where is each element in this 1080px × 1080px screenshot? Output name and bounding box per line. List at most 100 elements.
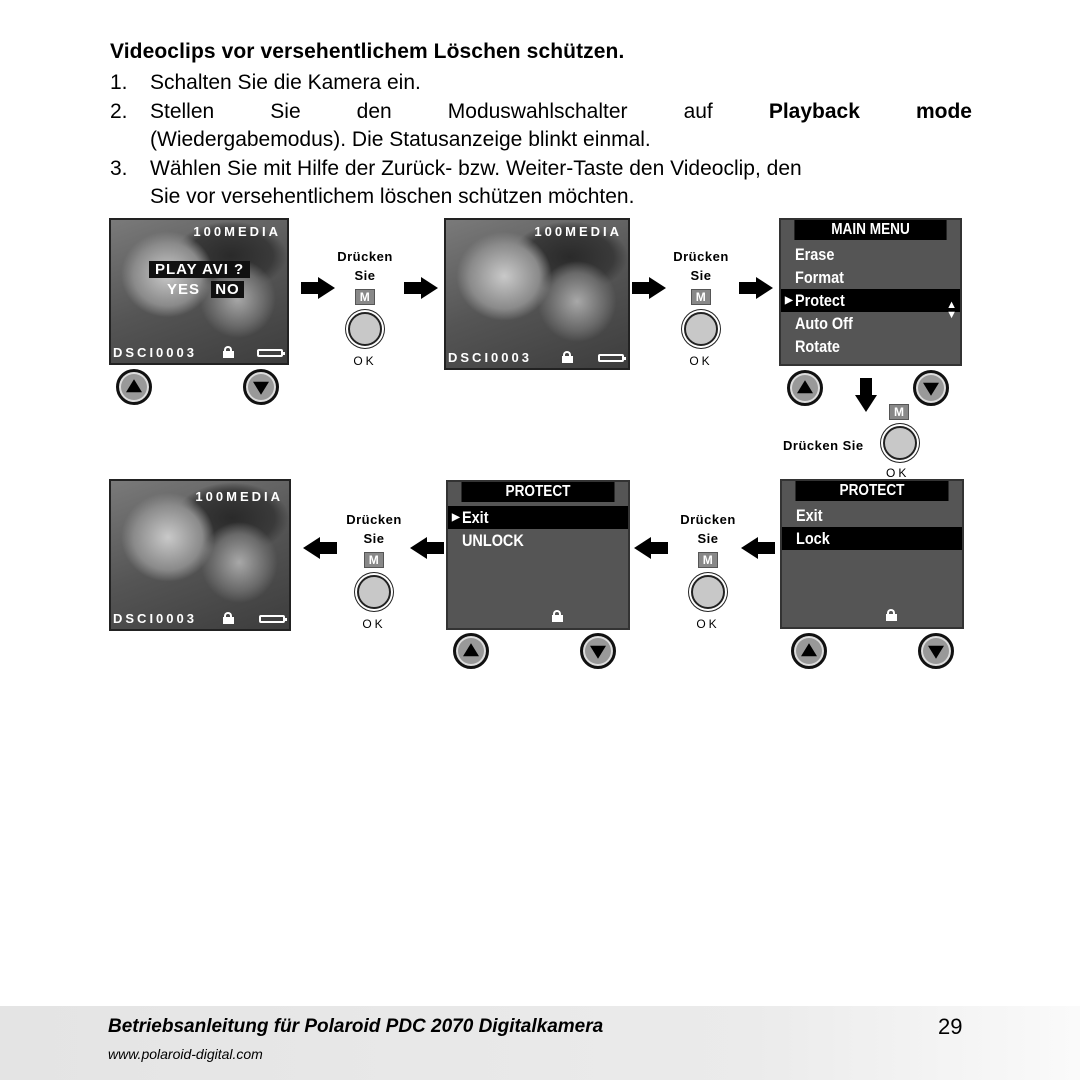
arrow-left-icon: [634, 537, 668, 559]
option-yes[interactable]: YES: [167, 281, 200, 298]
step-number: 3.: [110, 157, 128, 180]
ok-button[interactable]: [691, 575, 725, 609]
menu-item-protect[interactable]: ▶ Protect: [781, 289, 960, 312]
lock-icon: [886, 609, 897, 621]
lock-icon: [552, 610, 563, 622]
press-label: Drücken Sie: [783, 438, 864, 453]
up-triangle-icon: [797, 380, 813, 394]
footer-title: Betriebsanleitung für Polaroid PDC 2070 …: [108, 1016, 604, 1037]
prompt-text: PLAY AVI ?: [149, 261, 251, 278]
down-button[interactable]: [918, 633, 954, 669]
press-label: Drücken: [337, 249, 393, 264]
lock-icon: [223, 612, 234, 624]
arrow-down-icon: [855, 378, 877, 412]
press-ok-instruction: Drücken Sie M OK: [668, 510, 748, 634]
screen-playback: 100MEDIA DSCI0003: [444, 218, 630, 370]
menu-m-icon: M: [691, 289, 711, 305]
press-label: Drücken: [673, 249, 729, 264]
battery-icon: [598, 354, 626, 362]
ok-button[interactable]: [684, 312, 718, 346]
menu-item-rotate[interactable]: Rotate: [781, 335, 960, 358]
press-label: Sie: [697, 531, 719, 546]
step-text-line2: Sie vor versehentlichem löschen schützen…: [150, 185, 635, 208]
step-number: 2.: [110, 100, 128, 123]
footer-url[interactable]: www.polaroid-digital.com: [108, 1046, 263, 1062]
arrow-left-icon: [741, 537, 775, 559]
arrow-left-icon: [303, 537, 337, 559]
ok-button[interactable]: [348, 312, 382, 346]
up-triangle-icon: [126, 379, 142, 393]
word: Sie: [270, 100, 301, 123]
up-button[interactable]: [787, 370, 823, 406]
press-label: Sie: [354, 268, 376, 283]
prompt-options: YES NO: [167, 281, 244, 298]
screen-protect-lock: PROTECT Exit Lock: [780, 479, 964, 629]
step-number: 1.: [110, 71, 128, 94]
press-label: Sie: [363, 531, 385, 546]
battery-icon: [257, 349, 285, 357]
up-button[interactable]: [791, 633, 827, 669]
section-heading: Videoclips vor versehentlichem Löschen s…: [110, 40, 625, 63]
press-ok-instruction: Drücken Sie M OK: [661, 247, 741, 371]
down-triangle-icon: [928, 645, 944, 659]
scroll-arrows-icon: ▲ ▼: [946, 299, 957, 321]
menu-m-icon: M: [364, 552, 384, 568]
file-label: DSCI0003: [113, 611, 197, 626]
down-button[interactable]: [580, 633, 616, 669]
down-triangle-icon: [253, 381, 269, 395]
menu-item-erase[interactable]: Erase: [781, 243, 960, 266]
down-button[interactable]: [243, 369, 279, 405]
selection-caret-icon: ▶: [452, 512, 460, 523]
screen-protect-unlock: PROTECT ▶ Exit UNLOCK: [446, 480, 630, 630]
arrow-right-icon: [404, 277, 438, 299]
menu-m-icon: M: [355, 289, 375, 305]
lock-icon: [223, 346, 234, 358]
ok-button[interactable]: [357, 575, 391, 609]
down-button[interactable]: [913, 370, 949, 406]
menu-item-format[interactable]: Format: [781, 266, 960, 289]
ok-label: OK: [696, 617, 720, 631]
file-label: DSCI0003: [113, 345, 197, 360]
menu-item-exit[interactable]: Exit: [782, 504, 962, 527]
bold-term: mode: [915, 100, 972, 123]
step-text-line1: Wählen Sie mit Hilfe der Zurück- bzw. We…: [150, 157, 802, 180]
ok-label: OK: [886, 466, 910, 480]
word: auf: [683, 100, 713, 123]
folder-label: 100MEDIA: [195, 489, 283, 504]
page-number: 29: [938, 1014, 963, 1039]
menu-title: PROTECT: [461, 482, 615, 502]
menu-title: MAIN MENU: [794, 220, 947, 240]
battery-icon: [259, 615, 287, 623]
menu-item-lock[interactable]: Lock: [782, 527, 962, 550]
up-button[interactable]: [453, 633, 489, 669]
file-label: DSCI0003: [448, 350, 532, 365]
up-triangle-icon: [463, 643, 479, 657]
screen-playback-locked: 100MEDIA DSCI0003: [109, 479, 291, 631]
menu-item-auto-off[interactable]: Auto Off: [781, 312, 960, 335]
menu-title: PROTECT: [795, 481, 949, 501]
step-text-line2: (Wiedergabemodus). Die Statusanzeige bli…: [150, 128, 651, 151]
menu-item-unlock[interactable]: UNLOCK: [448, 529, 628, 552]
step-text: Schalten Sie die Kamera ein.: [150, 71, 421, 94]
menu-m-icon: M: [889, 404, 909, 420]
up-triangle-icon: [801, 643, 817, 657]
press-ok-instruction: Drücken Sie M OK: [325, 247, 405, 371]
word: Stellen: [150, 100, 215, 123]
step-2: 2. Stellen Sie den Moduswahlschalter auf…: [110, 98, 972, 154]
bold-term: Playback: [768, 100, 860, 123]
menu-m-icon: M: [698, 552, 718, 568]
up-button[interactable]: [116, 369, 152, 405]
ok-label: OK: [689, 354, 713, 368]
word: den: [356, 100, 392, 123]
menu-item-exit[interactable]: ▶ Exit: [448, 506, 628, 529]
screen-playback-prompt: 100MEDIA PLAY AVI ? YES NO DSCI0003: [109, 218, 289, 365]
selection-caret-icon: ▶: [785, 295, 793, 306]
step-3: 3. Wählen Sie mit Hilfe der Zurück- bzw.…: [110, 155, 972, 211]
arrow-left-icon: [410, 537, 444, 559]
arrow-right-icon: [739, 277, 773, 299]
option-no[interactable]: NO: [211, 281, 244, 298]
ok-button[interactable]: [883, 426, 917, 460]
folder-label: 100MEDIA: [193, 224, 281, 239]
ok-label: OK: [353, 354, 377, 368]
step-1: 1. Schalten Sie die Kamera ein.: [110, 69, 972, 97]
